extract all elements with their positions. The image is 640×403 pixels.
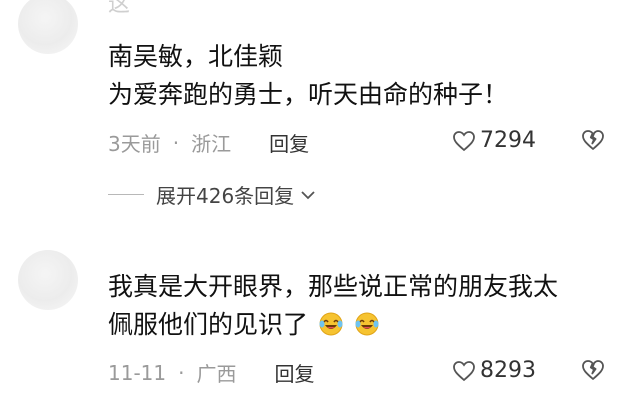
like-count: 8293 (480, 358, 536, 383)
dislike-button[interactable] (580, 358, 606, 386)
dislike-button[interactable] (580, 128, 606, 156)
like-button[interactable]: 8293 (452, 358, 536, 383)
comment-time: 11-11 (108, 360, 167, 385)
comment-line: 南吴敏，北佳颖 (108, 42, 284, 71)
comment-item: 我真是大开眼界，那些说正常的朋友我太 佩服他们的见识了 11-11 · 广西 回… (0, 250, 640, 403)
divider-line (108, 194, 144, 195)
meta-separator: · (178, 360, 185, 385)
comment-text: 我真是大开眼界，那些说正常的朋友我太 佩服他们的见识了 (108, 268, 558, 344)
laughing-crying-emoji-icon (319, 312, 343, 336)
comment-time: 3天前 (108, 132, 161, 156)
like-count: 7294 (480, 128, 536, 153)
laughing-crying-emoji-icon (355, 312, 379, 336)
username-partial[interactable]: 这 (108, 0, 131, 18)
heart-icon (453, 130, 475, 151)
comment-item: 这 南吴敏，北佳颖 为爱奔跑的勇士，听天由命的种子！ 3天前 · 浙江 回复 7… (0, 0, 640, 218)
comment-meta: 11-11 · 广西 回复 (108, 358, 314, 387)
chevron-down-icon (301, 190, 315, 199)
broken-heart-icon (582, 360, 604, 380)
comment-line-with-emoji: 佩服他们的见识了 (108, 306, 558, 344)
avatar[interactable] (18, 250, 78, 310)
comment-location: 浙江 (191, 132, 232, 156)
comment-text: 南吴敏，北佳颖 为爱奔跑的勇士，听天由命的种子！ (108, 38, 508, 114)
comment-line: 为爱奔跑的勇士，听天由命的种子！ (108, 80, 509, 109)
reply-button[interactable]: 回复 (274, 358, 314, 387)
avatar[interactable] (18, 0, 78, 54)
comment-meta: 3天前 · 浙江 回复 (108, 128, 309, 157)
like-button[interactable]: 7294 (452, 128, 536, 153)
meta-separator: · (172, 130, 180, 155)
broken-heart-icon (582, 130, 604, 150)
reply-button[interactable]: 回复 (269, 128, 309, 157)
comment-line: 佩服他们的见识了 (108, 310, 309, 339)
expand-replies-button[interactable]: 展开426条回复 (108, 180, 316, 209)
heart-icon (453, 360, 475, 381)
comment-location: 广西 (196, 362, 237, 386)
expand-replies-label: 展开426条回复 (156, 184, 295, 208)
comment-line: 我真是大开眼界，那些说正常的朋友我太 (108, 272, 559, 301)
